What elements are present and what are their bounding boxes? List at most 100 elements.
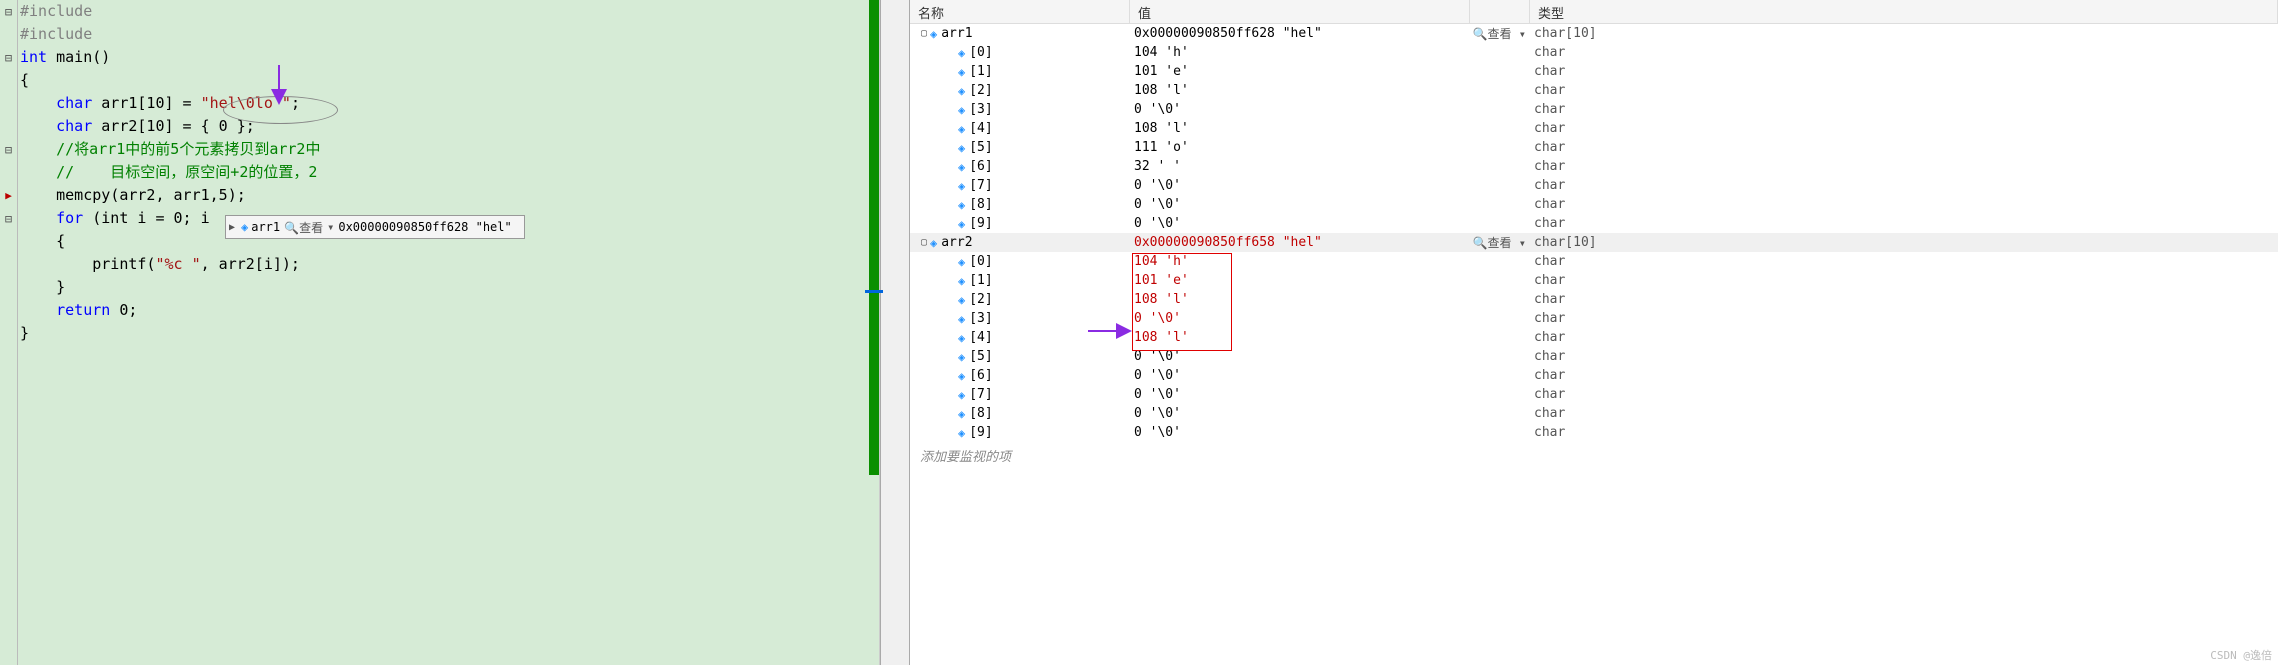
watch-row[interactable]: ◈[1]101 'e'char [910, 62, 2278, 81]
var-name: [6] [969, 368, 992, 383]
header-name[interactable]: 名称 [910, 0, 1130, 23]
watch-row[interactable]: ◈[2]108 'l'char [910, 81, 2278, 100]
code-line[interactable]: #include [20, 0, 877, 23]
var-value: 0 '\0' [1130, 387, 1470, 402]
var-type: char [1530, 159, 2278, 174]
watch-row[interactable]: ◈[6]32 ' 'char [910, 157, 2278, 176]
execution-pointer [865, 290, 883, 293]
watch-row[interactable]: ◈[4]108 'l'char [910, 119, 2278, 138]
code-line[interactable]: #include [20, 23, 877, 46]
code-line[interactable]: } [20, 322, 877, 345]
var-name: [5] [969, 140, 992, 155]
fold-toggle[interactable]: ⊟ [0, 0, 17, 23]
var-type: char [1530, 102, 2278, 117]
var-type: char [1530, 349, 2278, 364]
var-name: [9] [969, 216, 992, 231]
var-type: char [1530, 197, 2278, 212]
code-line[interactable]: memcpy(arr2, arr1,5); [20, 184, 877, 207]
var-type: char [1530, 140, 2278, 155]
watch-row[interactable]: ◈[7]0 '\0'char [910, 176, 2278, 195]
object-icon: ◈ [958, 103, 965, 117]
var-type: char [1530, 368, 2278, 383]
fold-toggle[interactable]: ⊟ [0, 138, 17, 161]
code-line[interactable]: char arr1[10] = "hel\0lo "; [20, 92, 877, 115]
code-area[interactable]: #include#includeint main(){ char arr1[10… [18, 0, 879, 665]
object-icon: ◈ [958, 141, 965, 155]
watch-row[interactable]: ▢◈ arr1 0x00000090850ff628 "hel"🔍查看 ▾char[… [910, 24, 2278, 43]
code-line[interactable]: int main() [20, 46, 877, 69]
watch-row[interactable]: ◈[9]0 '\0'char [910, 423, 2278, 442]
var-value: 108 'l' [1130, 292, 1470, 307]
var-name: [5] [969, 349, 992, 364]
view-action[interactable]: 🔍查看 ▾ [1470, 25, 1530, 42]
watch-row[interactable]: ◈[7]0 '\0'char [910, 385, 2278, 404]
var-type: char [1530, 45, 2278, 60]
var-value: 0 '\0' [1130, 349, 1470, 364]
var-type: char[10] [1530, 235, 2278, 250]
watch-row[interactable]: ◈ [5] 111 'o' char [910, 138, 2278, 157]
fold-toggle[interactable]: ⊟ [0, 46, 17, 69]
code-line[interactable]: { [20, 69, 877, 92]
var-name: arr1 [941, 26, 972, 41]
watch-row[interactable]: ◈[8]0 '\0'char [910, 404, 2278, 423]
var-value: 0x00000090850ff628 "hel" [1130, 26, 1470, 41]
code-line[interactable]: return 0; [20, 299, 877, 322]
object-icon: ◈ [958, 331, 965, 345]
var-value: 0 '\0' [1130, 178, 1470, 193]
watch-row[interactable]: ◈[1]101 'e'char [910, 271, 2278, 290]
var-value: 0 '\0' [1130, 216, 1470, 231]
var-name: [9] [969, 425, 992, 440]
object-icon: ◈ [930, 236, 937, 250]
var-value: 32 ' ' [1130, 159, 1470, 174]
watch-row[interactable]: ◈[5]0 '\0'char [910, 347, 2278, 366]
dropdown-icon[interactable]: ▾ [327, 220, 334, 234]
code-line[interactable]: char arr2[10] = { 0 }; [20, 115, 877, 138]
fold-toggle[interactable]: ⊟ [0, 207, 17, 230]
watch-row[interactable]: ▢◈arr20x00000090850ff658 "hel"🔍查看 ▾char[… [910, 233, 2278, 252]
watch-row[interactable]: ◈[0]104 'h'char [910, 252, 2278, 271]
var-value: 111 'o' [1130, 140, 1470, 155]
var-type: char [1530, 311, 2278, 326]
code-line[interactable]: } [20, 276, 877, 299]
expand-toggle[interactable]: ▢ [918, 28, 930, 39]
object-icon: ◈ [958, 217, 965, 231]
var-type: char [1530, 273, 2278, 288]
var-name: [3] [969, 311, 992, 326]
var-name: [1] [969, 273, 992, 288]
var-value: 0 '\0' [1130, 197, 1470, 212]
object-icon: ◈ [958, 369, 965, 383]
object-icon: ◈ [958, 274, 965, 288]
object-icon: ◈ [958, 426, 965, 440]
debug-tooltip[interactable]: ▶ ◈ arr1 🔍查看 ▾ 0x00000090850ff628 "hel" [225, 215, 525, 239]
watch-row[interactable]: ◈[8]0 '\0'char [910, 195, 2278, 214]
expand-toggle[interactable]: ▢ [918, 237, 930, 248]
header-value[interactable]: 值 [1130, 0, 1470, 23]
view-action[interactable]: 🔍查看 ▾ [1470, 234, 1530, 251]
code-line[interactable]: printf("%c ", arr2[i]); [20, 253, 877, 276]
watch-row[interactable]: ◈[3]0 '\0'char [910, 100, 2278, 119]
object-icon: ◈ [958, 407, 965, 421]
var-type: char[10] [1530, 26, 2278, 41]
watch-row[interactable]: ◈[6]0 '\0'char [910, 366, 2278, 385]
code-line[interactable]: //将arr1中的前5个元素拷贝到arr2中 [20, 138, 877, 161]
watch-row[interactable]: ◈[9]0 '\0'char [910, 214, 2278, 233]
watch-row[interactable]: ◈[2]108 'l'char [910, 290, 2278, 309]
object-icon: ◈ [958, 198, 965, 212]
var-value: 0x00000090850ff658 "hel" [1130, 235, 1470, 250]
view-label[interactable]: 🔍查看 [284, 219, 323, 236]
code-line[interactable]: // 目标空间，原空间+2的位置，2 [20, 161, 877, 184]
header-type[interactable]: 类型 [1530, 0, 2278, 23]
object-icon: ◈ [958, 46, 965, 60]
add-watch-row[interactable]: 添加要监视的项 [910, 442, 2278, 469]
watch-row[interactable]: ◈[0]104 'h'char [910, 43, 2278, 62]
breakpoint-marker[interactable]: ▶ [0, 184, 17, 207]
var-value: 104 'h' [1130, 45, 1470, 60]
panel-divider[interactable] [880, 0, 910, 665]
object-icon: ◈ [930, 27, 937, 41]
var-name: [7] [969, 387, 992, 402]
var-type: char [1530, 387, 2278, 402]
var-name: [0] [969, 254, 992, 269]
expand-toggle[interactable]: ▶ [226, 222, 238, 233]
var-value: 104 'h' [1130, 254, 1470, 269]
var-type: char [1530, 121, 2278, 136]
